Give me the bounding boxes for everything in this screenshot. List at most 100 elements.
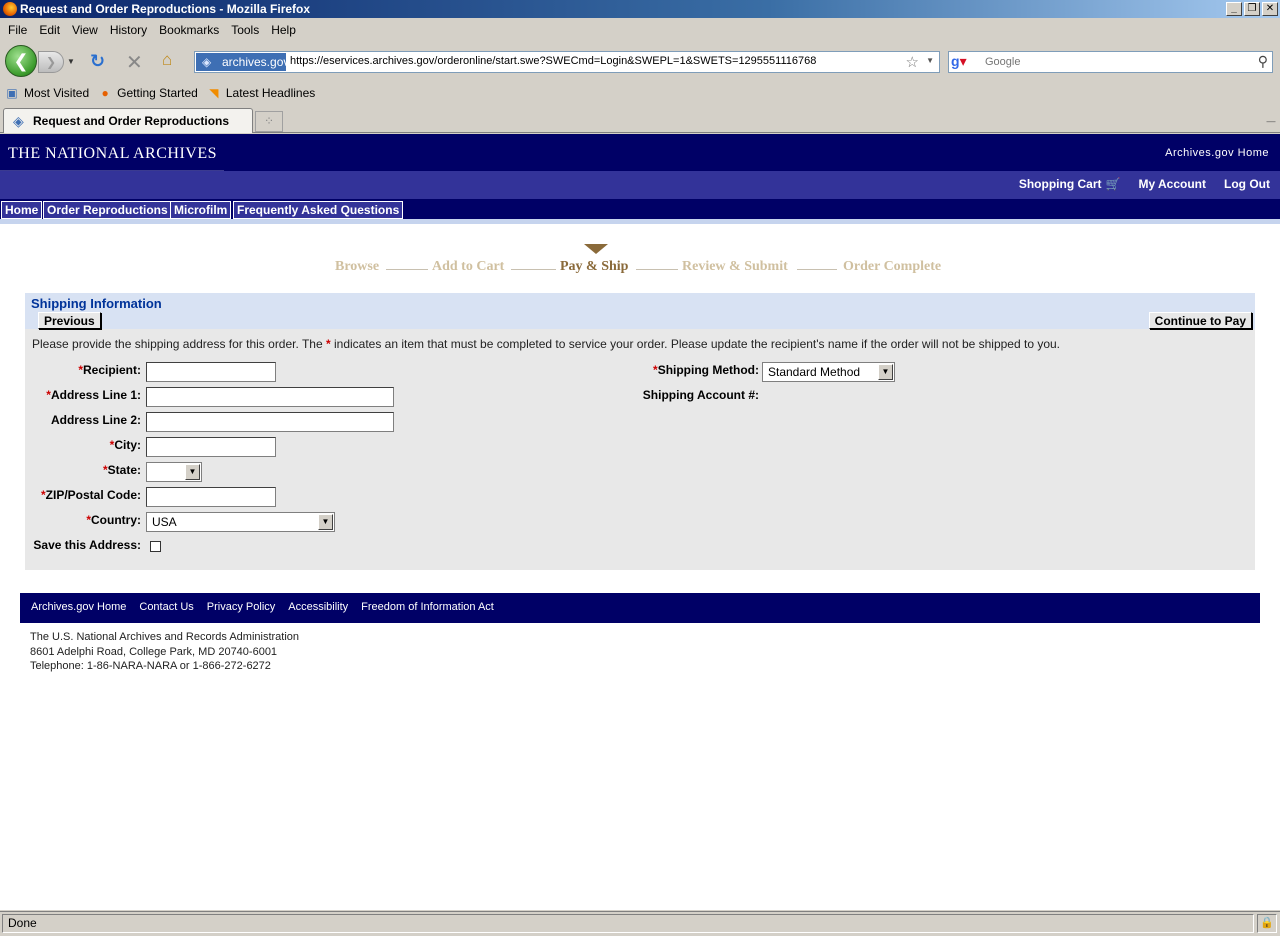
menu-tools[interactable]: Tools <box>227 20 263 40</box>
shipping-information-panel: Shipping Information Previous Continue t… <box>25 293 1255 570</box>
close-button[interactable]: ✕ <box>1262 2 1278 16</box>
site-footer: Archives.gov Home Contact Us Privacy Pol… <box>20 593 1260 623</box>
footer-link-privacy-policy[interactable]: Privacy Policy <box>207 601 275 613</box>
zip-label: *ZIP/Postal Code: <box>40 488 141 502</box>
search-bar[interactable]: g▾ ⚲ <box>948 51 1273 73</box>
nav-tab-microfilm[interactable]: Microfilm <box>170 201 232 219</box>
bookmark-getting-started[interactable]: ● Getting Started <box>97 85 198 101</box>
active-step-marker-icon <box>584 244 608 254</box>
step-pay-and-ship: Pay & Ship <box>560 259 629 274</box>
menu-edit[interactable]: Edit <box>35 20 64 40</box>
footer-link-archives-home[interactable]: Archives.gov Home <box>31 601 126 613</box>
shopping-cart-link[interactable]: Shopping Cart 🛒 <box>1019 177 1121 191</box>
tab-request-and-order-reproductions[interactable]: ◈ Request and Order Reproductions <box>3 108 253 133</box>
forward-arrow-icon: ❯ <box>45 55 57 69</box>
page-viewport: THE NATIONAL ARCHIVES Archives.gov Home … <box>0 134 1280 910</box>
shipping-method-select[interactable]: Standard Method ▼ <box>762 362 895 382</box>
archives-home-link[interactable]: Archives.gov Home <box>1165 147 1269 159</box>
recipient-input[interactable] <box>146 362 276 382</box>
rss-feed-icon: ◥ <box>209 86 219 100</box>
back-button[interactable]: ❮ <box>5 45 37 77</box>
menu-bar: File Edit View History Bookmarks Tools H… <box>0 20 1280 40</box>
step-order-complete: Order Complete <box>843 259 942 274</box>
step-connector <box>386 269 428 270</box>
tab-strip: ◈ Request and Order Reproductions ⁘ — <box>0 106 1280 133</box>
account-bar: Shopping Cart 🛒 My Account Log Out <box>0 171 1280 199</box>
status-text: Done <box>2 914 1254 933</box>
chevron-down-icon[interactable]: ▼ <box>878 364 893 380</box>
continue-to-pay-button[interactable]: Continue to Pay <box>1148 312 1252 329</box>
menu-file[interactable]: File <box>4 20 31 40</box>
navigation-toolbar: ❮ ❯ ▼ ↻ ✕ ⌂ archives.gov https://eservic… <box>0 42 1280 80</box>
site-nav: Home Order Reproductions Microfilm Frequ… <box>0 199 1280 219</box>
reload-icon[interactable]: ↻ <box>90 51 105 72</box>
google-engine-icon[interactable]: g▾ <box>951 53 983 71</box>
menu-history[interactable]: History <box>106 20 151 40</box>
bookmark-latest-headlines[interactable]: ◥ Latest Headlines <box>206 85 315 101</box>
log-out-link[interactable]: Log Out <box>1224 177 1270 191</box>
footer-link-contact-us[interactable]: Contact Us <box>139 601 193 613</box>
url-bar[interactable]: archives.gov https://eservices.archives.… <box>194 51 940 73</box>
zip-input[interactable] <box>146 487 276 507</box>
shipping-method-label: *Shipping Method: <box>653 363 759 377</box>
city-input[interactable] <box>146 437 276 457</box>
site-identity-badge[interactable]: archives.gov <box>196 53 289 71</box>
my-account-link[interactable]: My Account <box>1138 177 1206 191</box>
search-icon[interactable]: ⚲ <box>1258 53 1268 70</box>
nav-tab-home[interactable]: Home <box>1 201 43 219</box>
save-address-label: Save this Address: <box>33 538 141 552</box>
state-select[interactable]: ▼ <box>146 462 202 482</box>
address-line-1-input[interactable] <box>146 387 394 407</box>
step-connector <box>511 269 556 270</box>
forward-button[interactable]: ❯ <box>38 51 64 73</box>
footer-link-accessibility[interactable]: Accessibility <box>288 601 348 613</box>
step-review-and-submit: Review & Submit <box>682 259 788 274</box>
tab-label: Request and Order Reproductions <box>33 114 230 128</box>
chevron-down-icon[interactable]: ▼ <box>318 514 333 530</box>
address-line-2-label: Address Line 2: <box>50 413 141 427</box>
lock-icon[interactable]: 🔒 <box>1257 914 1277 933</box>
bookmarks-toolbar: ▣ Most Visited ● Getting Started ◥ Lates… <box>0 82 1280 104</box>
bookmark-most-visited[interactable]: ▣ Most Visited <box>4 85 89 101</box>
address-line-1-label: *Address Line 1: <box>46 388 141 402</box>
most-visited-icon: ▣ <box>6 86 18 100</box>
window-titlebar: Request and Order Reproductions - Mozill… <box>0 0 1280 18</box>
shipping-account-label: Shipping Account #: <box>642 388 759 402</box>
address-line-2-input[interactable] <box>146 412 394 432</box>
window-title: Request and Order Reproductions - Mozill… <box>20 2 311 16</box>
bookmark-star-icon[interactable]: ☆ <box>906 53 919 71</box>
tab-list-icon[interactable]: — <box>1264 111 1278 131</box>
country-label: *Country: <box>86 513 141 527</box>
search-input[interactable] <box>985 54 1245 70</box>
footer-link-foia[interactable]: Freedom of Information Act <box>361 601 494 613</box>
firefox-icon: ● <box>101 86 109 100</box>
previous-button[interactable]: Previous <box>38 312 101 329</box>
home-icon[interactable]: ⌂ <box>162 50 172 70</box>
save-address-checkbox[interactable] <box>150 541 161 552</box>
window-controls: _ ❐ ✕ <box>1226 2 1278 16</box>
url-dropdown-icon[interactable]: ▼ <box>926 56 934 65</box>
step-browse: Browse <box>335 259 380 274</box>
shopping-cart-icon: 🛒 <box>1105 177 1121 191</box>
nav-tab-faq[interactable]: Frequently Asked Questions <box>233 201 404 219</box>
status-bar: Done 🔒 <box>0 911 1280 936</box>
chevron-down-icon[interactable]: ▼ <box>185 464 200 480</box>
step-connector <box>636 269 678 270</box>
site-logo[interactable]: THE NATIONAL ARCHIVES <box>0 134 224 171</box>
stop-icon[interactable]: ✕ <box>126 50 143 75</box>
minimize-button[interactable]: _ <box>1226 2 1242 16</box>
menu-help[interactable]: Help <box>267 20 300 40</box>
country-select[interactable]: USA ▼ <box>146 512 335 532</box>
site-favicon-icon: ◈ <box>13 113 24 129</box>
header-divider <box>0 219 1280 224</box>
step-connector <box>797 269 837 270</box>
menu-view[interactable]: View <box>68 20 102 40</box>
history-dropdown-icon[interactable]: ▼ <box>67 57 75 66</box>
new-tab-button[interactable]: ⁘ <box>255 111 283 132</box>
nara-address: The U.S. National Archives and Records A… <box>30 631 300 672</box>
url-text[interactable]: https://eservices.archives.gov/orderonli… <box>290 55 816 67</box>
panel-title: Shipping Information <box>31 296 162 311</box>
maximize-button[interactable]: ❐ <box>1244 2 1260 16</box>
menu-bookmarks[interactable]: Bookmarks <box>155 20 223 40</box>
nav-tab-order-reproductions[interactable]: Order Reproductions <box>43 201 172 219</box>
